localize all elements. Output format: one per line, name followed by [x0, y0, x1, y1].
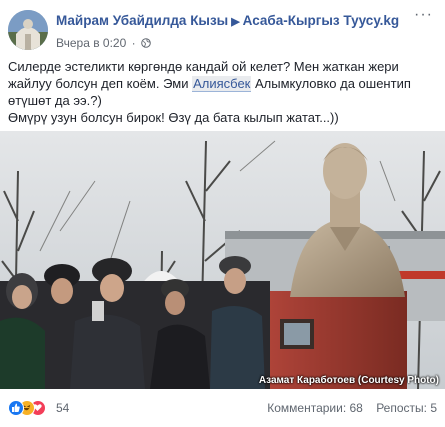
post-timestamp[interactable]: Вчера в 0:20: [56, 36, 126, 50]
post-title: Майрам Убайдилда Кызы ▶ Асаба-Кыргыз Туусу…: [56, 13, 399, 28]
author-name-link[interactable]: Майрам Убайдилда Кызы: [56, 13, 228, 28]
post-body: Силерде эстеликти көргөндө кандай ой кел…: [8, 58, 440, 126]
reposts-count[interactable]: Репосты: 5: [376, 401, 437, 415]
facebook-post: Майрам Убайдилда Кызы ▶ Асаба-Кыргыз Туусу…: [0, 0, 445, 427]
post-photo[interactable]: Азамат Каработоев (Courtesy Photo): [0, 131, 445, 389]
like-icon: [8, 400, 24, 416]
post-paragraph-2: Өмүрү узун болсун бирок! Өзү да бата кыл…: [8, 110, 339, 125]
reaction-count[interactable]: 54: [56, 401, 69, 415]
meta-separator: ·: [131, 36, 136, 50]
author-avatar[interactable]: [8, 10, 48, 50]
globe-icon[interactable]: [141, 37, 151, 48]
comments-count[interactable]: Комментарии: 68: [267, 401, 363, 415]
share-arrow-icon: ▶: [231, 16, 240, 28]
post-stats: Комментарии: 68 Репосты: 5: [267, 401, 437, 415]
post-footer: 54 Комментарии: 68 Репосты: 5: [0, 389, 445, 427]
mention-link[interactable]: Алиясбек: [192, 76, 252, 92]
post-meta: Вчера в 0:20 ·: [56, 36, 151, 50]
ellipsis-icon[interactable]: ···: [414, 7, 433, 23]
post-paragraph-1: Силерде эстеликти көргөндө кандай ой кел…: [8, 58, 440, 109]
photo-caption: Азамат Каработоев (Courtesy Photo): [258, 375, 439, 386]
group-name-link[interactable]: Асаба-Кыргыз Туусу.kg: [243, 13, 399, 28]
